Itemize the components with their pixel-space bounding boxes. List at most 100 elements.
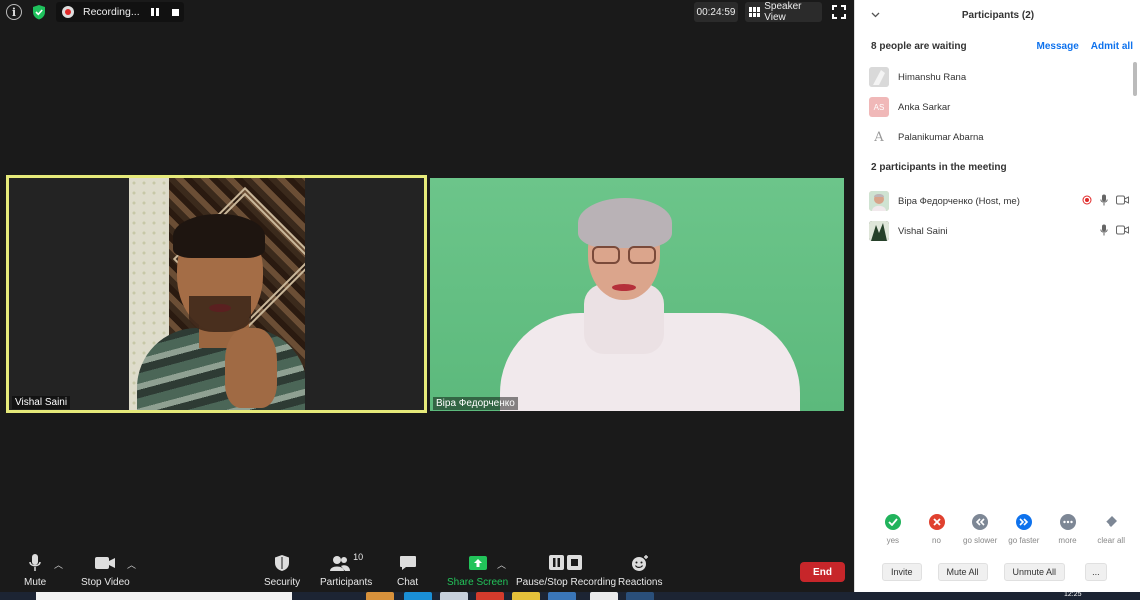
stop-video-button[interactable]: Stop Video	[81, 552, 130, 588]
cross-icon	[928, 514, 945, 530]
taskbar-search-box[interactable]	[36, 592, 292, 600]
participants-panel: Participants (2) 8 people are waiting Me…	[854, 0, 1140, 592]
feedback-yes-button[interactable]: yes	[871, 514, 915, 550]
app-icon[interactable]	[440, 592, 468, 600]
avatar	[869, 191, 889, 211]
participant-name: Віра Федорченко (Host, me)	[898, 195, 1020, 207]
microphone-icon[interactable]	[1100, 194, 1108, 209]
participants-icon: 10	[329, 552, 363, 574]
browser-edge-icon[interactable]	[404, 592, 432, 600]
top-bar: i Recording... 00:24:59 Speaker View	[0, 0, 854, 24]
app-icon[interactable]	[590, 592, 618, 600]
mute-button[interactable]: Mute	[24, 552, 46, 588]
video-tile-vira[interactable]: Віра Федорченко	[430, 178, 844, 411]
waiting-participant-row[interactable]: AS Anka Sarkar	[869, 96, 1129, 118]
feedback-clear-all-button[interactable]: clear all	[1089, 514, 1133, 550]
avatar	[869, 67, 889, 87]
panel-scrollbar[interactable]	[1133, 62, 1137, 96]
participant-name: Palanikumar Abarna	[898, 131, 984, 143]
meeting-toolbar: Mute ︿ Stop Video ︿ Security 10 Particip…	[0, 546, 854, 592]
security-button[interactable]: Security	[264, 552, 300, 588]
participant-video	[430, 178, 844, 411]
share-options-chevron-up-icon[interactable]: ︿	[497, 558, 506, 571]
participant-name: Himanshu Rana	[898, 71, 967, 83]
chrome-icon[interactable]	[476, 592, 504, 600]
recording-indicator: Recording...	[56, 2, 184, 22]
video-camera-icon[interactable]	[1116, 225, 1129, 238]
more-options-button[interactable]: ...	[1085, 563, 1107, 581]
app-icon[interactable]	[512, 592, 540, 600]
check-icon	[884, 514, 901, 530]
stop-recording-icon[interactable]	[169, 6, 181, 18]
more-dots-icon	[1059, 514, 1076, 530]
video-camera-icon	[94, 552, 116, 574]
mute-all-button[interactable]: Mute All	[937, 563, 988, 581]
pause-stop-icon	[548, 552, 584, 574]
participant-name: Anka Sarkar	[898, 101, 951, 113]
os-taskbar: 12:25	[0, 591, 1140, 600]
pause-recording-icon[interactable]	[149, 6, 161, 18]
waiting-participant-row[interactable]: A Palanikumar Abarna	[869, 126, 1129, 148]
chevron-down-icon[interactable]	[871, 10, 880, 21]
pause-stop-recording-button[interactable]: Pause/Stop Recording	[516, 552, 616, 588]
security-shield-icon	[274, 552, 290, 574]
meeting-timer: 00:24:59	[694, 2, 738, 22]
meeting-participant-row[interactable]: Vishal Saini	[869, 220, 1129, 242]
audio-options-chevron-up-icon[interactable]: ︿	[54, 558, 63, 571]
zoom-app-icon[interactable]	[548, 592, 576, 600]
fast-forward-icon	[1015, 514, 1032, 530]
video-options-chevron-up-icon[interactable]: ︿	[127, 558, 136, 571]
app-icon[interactable]	[626, 592, 654, 600]
reactions-button[interactable]: Reactions	[618, 552, 662, 588]
speaker-view-button[interactable]: Speaker View	[745, 1, 822, 23]
participants-button[interactable]: 10 Participants	[320, 552, 372, 588]
unmute-all-button[interactable]: Unmute All	[1003, 563, 1066, 581]
feedback-go-faster-button[interactable]: go faster	[1002, 514, 1046, 550]
file-explorer-icon[interactable]	[366, 592, 394, 600]
avatar	[869, 221, 889, 241]
chat-bubble-icon	[399, 552, 417, 574]
meeting-area: i Recording... 00:24:59 Speaker View Vis…	[0, 0, 854, 592]
rewind-icon	[972, 514, 989, 530]
chat-button[interactable]: Chat	[397, 552, 418, 588]
speaker-view-label: Speaker View	[764, 1, 802, 23]
avatar: A	[869, 127, 889, 147]
participant-name-label: Vishal Saini	[12, 396, 71, 409]
meeting-participant-row[interactable]: Віра Федорченко (Host, me)	[869, 190, 1129, 212]
encryption-shield-icon[interactable]	[30, 3, 48, 21]
recording-dot-icon	[62, 6, 74, 18]
invite-button[interactable]: Invite	[882, 563, 922, 581]
microphone-icon[interactable]	[1100, 224, 1108, 239]
grid-icon	[749, 7, 761, 17]
nonverbal-feedback-bar: yes no go slower go faster more clear al…	[871, 514, 1133, 550]
message-waiting-link[interactable]: Message	[1037, 41, 1079, 52]
panel-header: Participants (2)	[855, 0, 1140, 30]
panel-footer: Invite Mute All Unmute All ...	[871, 562, 1133, 582]
video-tile-vishal[interactable]: Vishal Saini	[6, 175, 427, 413]
feedback-go-slower-button[interactable]: go slower	[958, 514, 1002, 550]
avatar: AS	[869, 97, 889, 117]
share-screen-icon	[468, 552, 488, 574]
microphone-icon	[28, 552, 42, 574]
reactions-smiley-icon	[630, 552, 650, 574]
participant-name-label: Віра Федорченко	[433, 397, 518, 410]
info-icon[interactable]: i	[6, 4, 22, 20]
admit-all-link[interactable]: Admit all	[1091, 41, 1133, 52]
panel-title: Participants (2)	[961, 9, 1035, 21]
waiting-room-title: 8 people are waiting	[871, 40, 967, 52]
eraser-icon	[1103, 514, 1119, 530]
waiting-room-header: 8 people are waiting Message Admit all	[871, 38, 1133, 54]
in-meeting-title: 2 participants in the meeting	[871, 162, 1007, 173]
feedback-no-button[interactable]: no	[915, 514, 959, 550]
waiting-participant-row[interactable]: Himanshu Rana	[869, 66, 1129, 88]
fullscreen-icon[interactable]	[832, 5, 846, 19]
participant-name: Vishal Saini	[898, 225, 948, 237]
taskbar-clock: 12:25	[1064, 591, 1082, 598]
recording-status-icon	[1082, 195, 1092, 208]
participant-video	[129, 178, 305, 410]
participants-count: 10	[353, 552, 364, 562]
feedback-more-button[interactable]: more	[1046, 514, 1090, 550]
end-meeting-button[interactable]: End	[800, 562, 845, 582]
video-camera-icon[interactable]	[1116, 195, 1129, 208]
recording-label: Recording...	[83, 6, 140, 18]
